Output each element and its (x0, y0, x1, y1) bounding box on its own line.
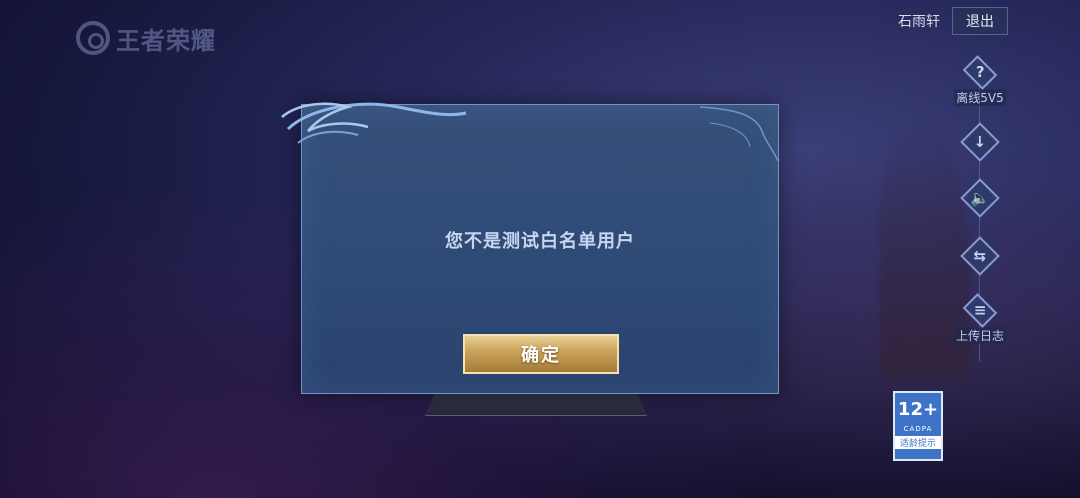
logo-text: 王者荣耀 (116, 26, 216, 55)
upload-log-label: 上传日志 (954, 327, 1007, 344)
offline-5v5-label: 离线5V5 (954, 89, 1006, 106)
sound-button[interactable]: 🔈 (958, 178, 1002, 228)
download-button[interactable]: ↓ (958, 122, 1002, 172)
dialog-message: 您不是测试白名单用户 (445, 231, 635, 252)
top-bar: 石雨轩 退出 (898, 7, 1008, 35)
username: 石雨轩 (898, 14, 940, 30)
download-icon: ↓ (960, 122, 1000, 162)
offline-5v5-button[interactable]: ? 离线5V5 (954, 55, 1006, 106)
dialog-corner-ornament (700, 106, 779, 162)
age-rating-value: 12+ (897, 399, 939, 420)
alert-dialog: 您不是测试白名单用户 确定 (281, 102, 779, 394)
age-rating-badge[interactable]: 12+ CADPA 适龄提示 (893, 391, 943, 461)
switch-account-button[interactable]: ⇆ (958, 236, 1002, 286)
upload-log-button[interactable]: ≡ 上传日志 (954, 293, 1007, 344)
switch-account-icon: ⇆ (960, 236, 1000, 276)
confirm-button[interactable]: 确定 (463, 334, 619, 374)
logout-button[interactable]: 退出 (952, 7, 1008, 35)
age-rating-tip: 适龄提示 (895, 436, 941, 449)
game-logo: 王者荣耀 (76, 18, 216, 58)
dialog-swirl-ornament (281, 102, 467, 144)
speaker-icon: 🔈 (960, 178, 1000, 218)
logo-icon (76, 21, 110, 55)
age-rating-org: CADPA (903, 425, 933, 433)
